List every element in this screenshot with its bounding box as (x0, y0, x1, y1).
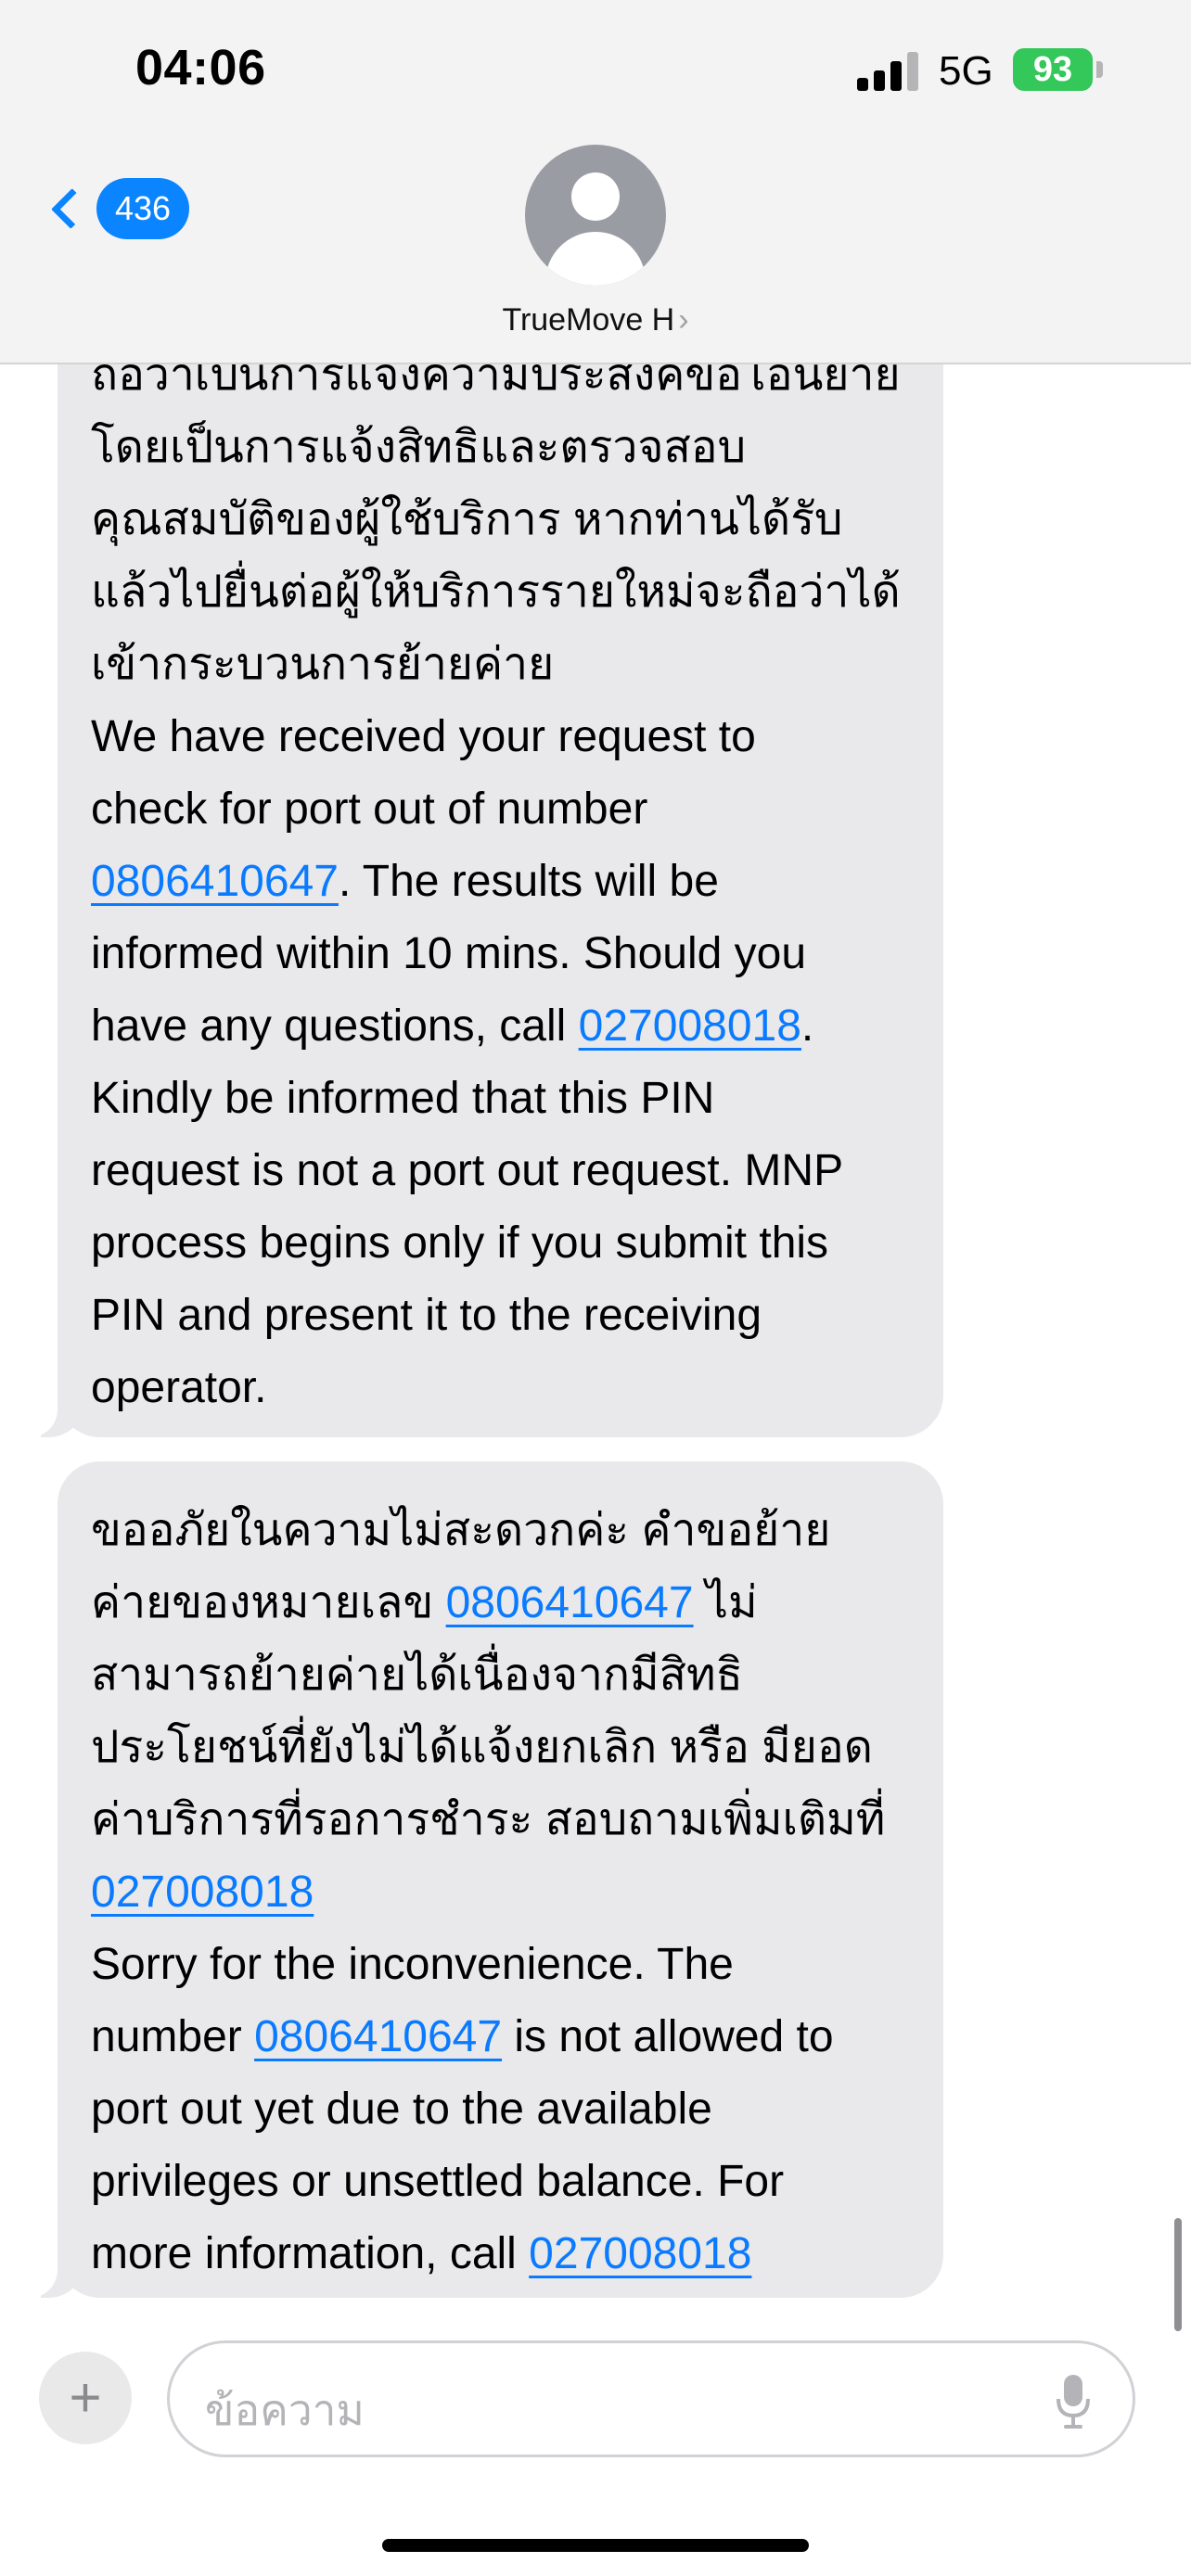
message-text: number (91, 2012, 255, 2061)
message-line: PIN and present it to the receiving (91, 1280, 910, 1352)
message-line: 027008018 (91, 1856, 910, 1929)
message-line: operator. (91, 1352, 910, 1424)
contact-name[interactable]: TrueMove H › (0, 302, 1191, 338)
message-text: Kindly be informed that this PIN (91, 1074, 715, 1123)
phone-number-link[interactable]: 0806410647 (446, 1578, 694, 1627)
message-line: process begins only if you submit this (91, 1207, 910, 1280)
battery-level: 93 (1032, 49, 1073, 89)
message-line: have any questions, call 027008018. (91, 990, 910, 1063)
network-type: 5G (939, 48, 993, 94)
message-text: We have received your request to (91, 712, 756, 761)
message-input-placeholder: ข้อความ (205, 2386, 365, 2434)
call-number-link[interactable]: 027008018 (579, 1001, 801, 1051)
phone-number-link[interactable]: 0806410647 (254, 2012, 502, 2061)
message-line: สามารถย้ายค่ายได้เนื่องจากมีสิทธิ (91, 1639, 910, 1712)
message-text: more information, call (91, 2229, 530, 2278)
message-line: Kindly be informed that this PIN (91, 1063, 910, 1135)
plus-icon: + (69, 2366, 102, 2429)
phone-number-link[interactable]: 0806410647 (91, 857, 339, 906)
message-text: informed within 10 mins. Should you (91, 929, 807, 978)
back-chevron-icon (51, 188, 92, 229)
message-line: privileges or unsettled balance. For (91, 2146, 910, 2218)
scrollbar[interactable] (1174, 2218, 1182, 2331)
back-button[interactable]: 436 (41, 178, 189, 239)
message-bubble[interactable]: ถือว่าเป็นการแจ้งความประสงค์ขอโอนย้าย โดย… (22, 299, 943, 1437)
battery-icon: 93 (1013, 48, 1093, 91)
message-line: เข้ากระบวนการย้ายค่าย (91, 629, 910, 701)
message-text: ประโยชน์ที่ยังไม่ได้แจ้งยกเลิก หรือ มียอ… (91, 1723, 873, 1772)
message-text: . The results will be (338, 857, 719, 906)
message-line: check for port out of number (91, 773, 910, 846)
message-text: ค่ายของหมายเลข (91, 1578, 446, 1627)
message-line: port out yet due to the available (91, 2073, 910, 2146)
message-line: ขออภัยในความไม่สะดวกค่ะ คำขอย้าย (91, 1495, 910, 1567)
message-text: request is not a port out request. MNP (91, 1146, 844, 1195)
message-line: ค่ายของหมายเลข 0806410647 ไม่ (91, 1567, 910, 1639)
unread-count-badge: 436 (96, 178, 189, 239)
message-line: คุณสมบัติของผู้ใช้บริการ หากท่านได้รับ (91, 484, 910, 556)
chevron-right-icon: › (678, 302, 689, 338)
add-attachment-button[interactable]: + (39, 2352, 132, 2444)
message-text: port out yet due to the available (91, 2085, 712, 2134)
message-line: We have received your request to (91, 701, 910, 773)
bubble-tail (22, 1391, 85, 1437)
message-bubble[interactable]: ขออภัยในความไม่สะดวกค่ะ คำขอย้ายค่ายของห… (22, 1461, 943, 2298)
message-line: แล้วไปยื่นต่อผู้ให้บริการรายใหม่จะถือว่า… (91, 556, 910, 629)
message-line: informed within 10 mins. Should you (91, 918, 910, 990)
home-indicator[interactable] (382, 2539, 809, 2552)
message-text: โดยเป็นการแจ้งสิทธิและตรวจสอบ (91, 423, 747, 472)
message-text: เข้ากระบวนการย้ายค่าย (91, 640, 555, 689)
message-text: คุณสมบัติของผู้ใช้บริการ หากท่านได้รับ (91, 495, 843, 544)
message-text: แล้วไปยื่นต่อผู้ให้บริการรายใหม่จะถือว่า… (91, 567, 901, 617)
message-text: operator. (91, 1363, 267, 1412)
message-line: โดยเป็นการแจ้งสิทธิและตรวจสอบ (91, 412, 910, 484)
cellular-signal-icon (857, 52, 918, 91)
conversation-header: 04:06 5G 93 436 TrueMove H › (0, 0, 1191, 364)
message-text: have any questions, call (91, 1001, 579, 1051)
message-text: PIN and present it to the receiving (91, 1291, 762, 1340)
call-number-link[interactable]: 027008018 (91, 1868, 314, 1917)
message-line: request is not a port out request. MNP (91, 1135, 910, 1207)
message-line: more information, call 027008018 (91, 2218, 910, 2290)
message-text: ขออภัยในความไม่สะดวกค่ะ คำขอย้าย (91, 1506, 831, 1555)
message-text: check for port out of number (91, 784, 648, 834)
message-line: Sorry for the inconvenience. The (91, 1929, 910, 2001)
battery-cap (1096, 61, 1103, 78)
message-text: . (800, 1001, 814, 1051)
bubble-tail (22, 2251, 85, 2298)
person-avatar-icon[interactable] (525, 145, 666, 286)
message-text: is not allowed to (502, 2012, 834, 2061)
microphone-icon[interactable] (1055, 2373, 1092, 2430)
call-number-link[interactable]: 027008018 (529, 2229, 751, 2278)
message-text: privileges or unsettled balance. For (91, 2157, 785, 2206)
message-text: ค่าบริการที่รอการชำระ สอบถามเพิ่มเติมที่ (91, 1795, 886, 1844)
message-text: ไม่ (693, 1578, 758, 1627)
message-line: number 0806410647 is not allowed to (91, 2001, 910, 2073)
message-line: 0806410647. The results will be (91, 846, 910, 918)
message-line: ค่าบริการที่รอการชำระ สอบถามเพิ่มเติมที่ (91, 1784, 910, 1856)
message-text: สามารถย้ายค่ายได้เนื่องจากมีสิทธิ (91, 1651, 743, 1700)
status-time: 04:06 (135, 40, 266, 96)
message-text: process begins only if you submit this (91, 1218, 829, 1268)
contact-name-label: TrueMove H (502, 302, 675, 338)
message-text: Sorry for the inconvenience. The (91, 1940, 734, 1989)
message-input[interactable]: ข้อความ (167, 2340, 1135, 2457)
message-line: ประโยชน์ที่ยังไม่ได้แจ้งยกเลิก หรือ มียอ… (91, 1712, 910, 1784)
